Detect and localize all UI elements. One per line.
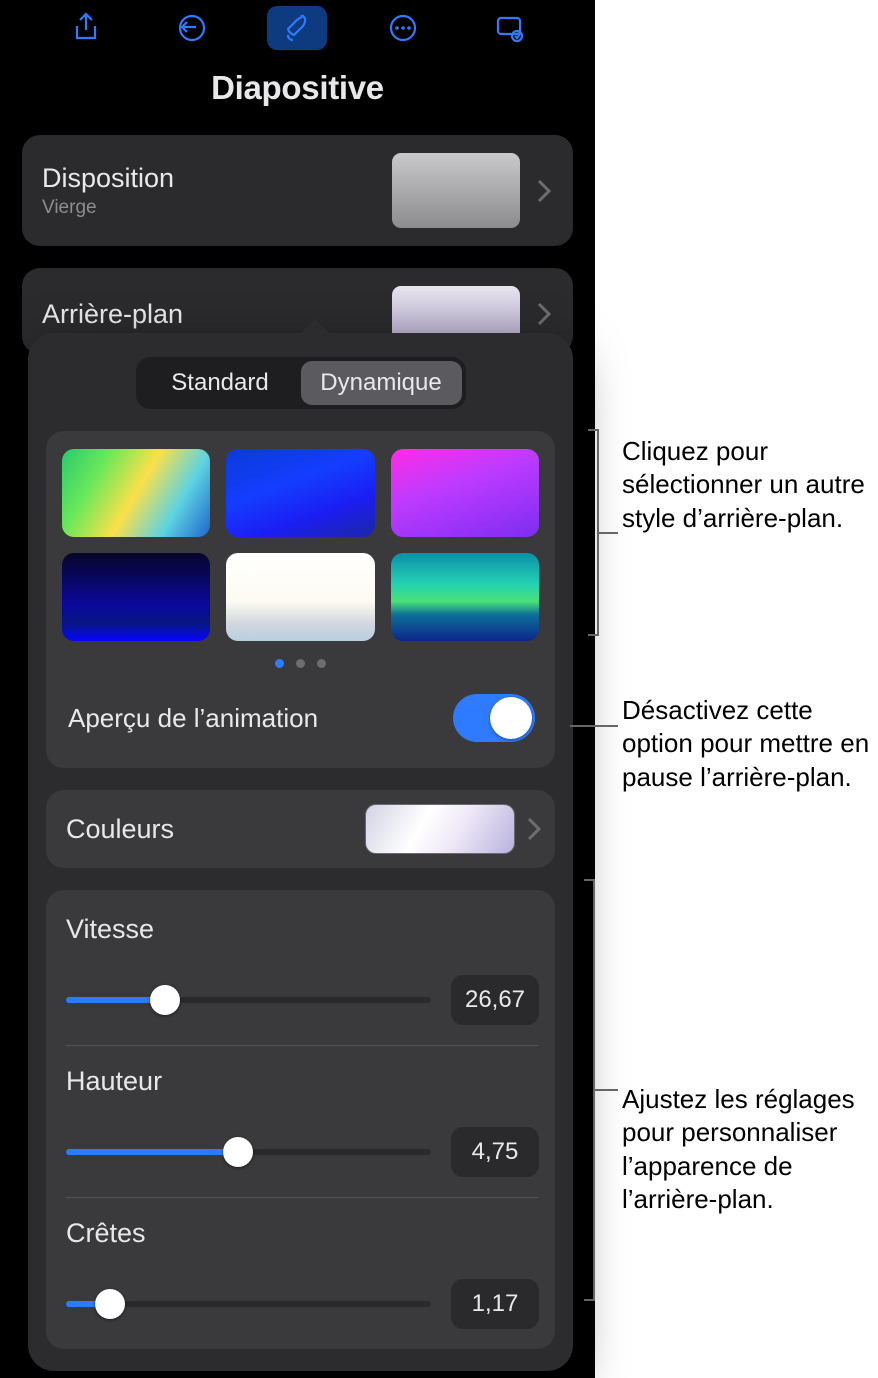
format-brush-icon: [280, 11, 314, 45]
disposition-thumb: [392, 153, 520, 228]
callout-sliders: Ajustez les réglages pour personnaliser …: [622, 1083, 870, 1216]
style-swatch-1[interactable]: [62, 449, 210, 537]
hauteur-value[interactable]: 4,75: [451, 1127, 539, 1177]
switch-knob: [490, 697, 532, 739]
undo-icon: [175, 11, 209, 45]
background-popover: Standard Dynamique Aperçu de l’animation…: [28, 333, 573, 1371]
style-swatch-2[interactable]: [226, 449, 374, 537]
vitesse-label: Vitesse: [66, 914, 539, 945]
more-icon: [386, 11, 420, 45]
hauteur-fill: [66, 1149, 238, 1155]
format-button[interactable]: [267, 6, 327, 50]
disposition-row[interactable]: Disposition Vierge: [22, 135, 573, 246]
share-icon: [69, 11, 103, 45]
style-swatch-3[interactable]: [391, 449, 539, 537]
pager-dot-2[interactable]: [296, 659, 305, 668]
vitesse-value[interactable]: 26,67: [451, 975, 539, 1025]
hauteur-slider[interactable]: [66, 1149, 431, 1155]
style-swatch-5[interactable]: [226, 553, 374, 641]
animation-preview-switch[interactable]: [453, 694, 535, 742]
vitesse-slider[interactable]: [66, 997, 431, 1003]
segment-dynamique[interactable]: Dynamique: [301, 361, 462, 405]
style-swatch-6[interactable]: [391, 553, 539, 641]
colors-swatch[interactable]: [365, 804, 515, 854]
more-button[interactable]: [373, 6, 433, 50]
cretes-slider[interactable]: [66, 1301, 431, 1307]
present-button[interactable]: [479, 6, 539, 50]
pager-dot-1[interactable]: [275, 659, 284, 668]
colors-row[interactable]: Couleurs: [46, 790, 555, 868]
arriere-plan-label: Arrière-plan: [42, 299, 392, 330]
disposition-sublabel: Vierge: [42, 197, 392, 219]
style-pager[interactable]: [62, 659, 539, 668]
undo-button[interactable]: [162, 6, 222, 50]
cretes-knob[interactable]: [95, 1289, 125, 1319]
hauteur-knob[interactable]: [223, 1137, 253, 1167]
callout-switch: Désactivez cette option pour mettre en p…: [622, 694, 870, 794]
top-toolbar: [0, 0, 595, 55]
sliders-card: Vitesse 26,67 Hauteur 4,75 Crêtes: [46, 890, 555, 1349]
callouts-layer: Cliquez pour sélectionner un autre style…: [570, 0, 870, 1378]
format-panel: Diapositive Disposition Vierge Arrière-p…: [0, 55, 595, 376]
callout-styles: Cliquez pour sélectionner un autre style…: [622, 435, 870, 535]
segment-standard[interactable]: Standard: [140, 361, 301, 405]
vitesse-knob[interactable]: [150, 985, 180, 1015]
cretes-label: Crêtes: [66, 1218, 539, 1249]
hauteur-label: Hauteur: [66, 1066, 539, 1097]
slider-cretes: Crêtes 1,17: [66, 1197, 539, 1335]
slider-hauteur: Hauteur 4,75: [66, 1045, 539, 1197]
animation-preview-label: Aperçu de l’animation: [68, 703, 318, 734]
share-button[interactable]: [56, 6, 116, 50]
background-mode-segmented[interactable]: Standard Dynamique: [136, 357, 466, 409]
style-swatch-4[interactable]: [62, 553, 210, 641]
slider-vitesse: Vitesse 26,67: [66, 908, 539, 1045]
background-styles-card: Aperçu de l’animation: [46, 431, 555, 768]
chevron-right-icon: [525, 815, 543, 843]
disposition-label: Disposition: [42, 163, 392, 194]
chevron-right-icon: [535, 177, 553, 205]
panel-title: Diapositive: [22, 69, 573, 107]
cretes-value[interactable]: 1,17: [451, 1279, 539, 1329]
present-icon: [492, 11, 526, 45]
background-style-grid: [62, 449, 539, 641]
colors-label: Couleurs: [66, 814, 365, 845]
pager-dot-3[interactable]: [317, 659, 326, 668]
chevron-right-icon: [535, 300, 553, 328]
